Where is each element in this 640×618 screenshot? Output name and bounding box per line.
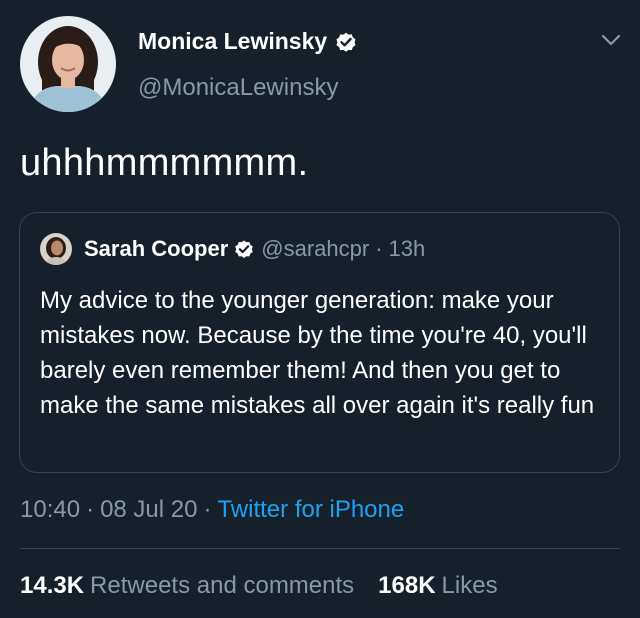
likes-count: 168K bbox=[378, 572, 436, 599]
divider bbox=[20, 548, 620, 549]
tweet-date: 08 Jul 20 bbox=[100, 496, 198, 523]
quoted-tweet-card[interactable]: Sarah Cooper @sarahcpr · 13h My advice t… bbox=[19, 212, 620, 473]
quoted-author-avatar[interactable] bbox=[40, 233, 72, 265]
quoted-author-handle[interactable]: @sarahcpr bbox=[261, 236, 369, 262]
verified-badge-icon bbox=[334, 30, 358, 54]
meta-separator: · bbox=[86, 496, 95, 523]
likes-stat[interactable]: 168K Likes bbox=[378, 572, 497, 599]
quoted-tweet-header: Sarah Cooper @sarahcpr · 13h bbox=[40, 233, 425, 265]
meta-separator: · bbox=[203, 496, 212, 523]
tweet-meta: 10:40 · 08 Jul 20 · Twitter for iPhone bbox=[20, 496, 404, 524]
chevron-down-icon[interactable] bbox=[600, 32, 622, 48]
tweet-time: 10:40 bbox=[20, 496, 81, 523]
likes-label: Likes bbox=[441, 572, 498, 599]
quoted-author-name[interactable]: Sarah Cooper bbox=[84, 236, 228, 262]
retweets-count: 14.3K bbox=[20, 572, 85, 599]
author-name[interactable]: Monica Lewinsky bbox=[138, 28, 327, 55]
quoted-tweet-text: My advice to the younger generation: mak… bbox=[40, 287, 595, 419]
retweets-stat[interactable]: 14.3K Retweets and comments bbox=[20, 572, 354, 599]
quoted-verified-badge-icon bbox=[233, 238, 255, 260]
retweets-label: Retweets and comments bbox=[90, 572, 355, 599]
tweet-stats: 14.3K Retweets and comments 168K Likes bbox=[20, 572, 498, 600]
author-name-row[interactable]: Monica Lewinsky bbox=[138, 28, 358, 55]
tweet-text: uhhhmmmmmm. bbox=[20, 142, 309, 184]
quoted-separator: · bbox=[375, 236, 383, 261]
author-avatar[interactable] bbox=[20, 16, 116, 112]
tweet-source-link[interactable]: Twitter for iPhone bbox=[217, 496, 404, 523]
quoted-timestamp[interactable]: 13h bbox=[389, 236, 426, 262]
author-handle[interactable]: @MonicaLewinsky bbox=[138, 74, 338, 102]
